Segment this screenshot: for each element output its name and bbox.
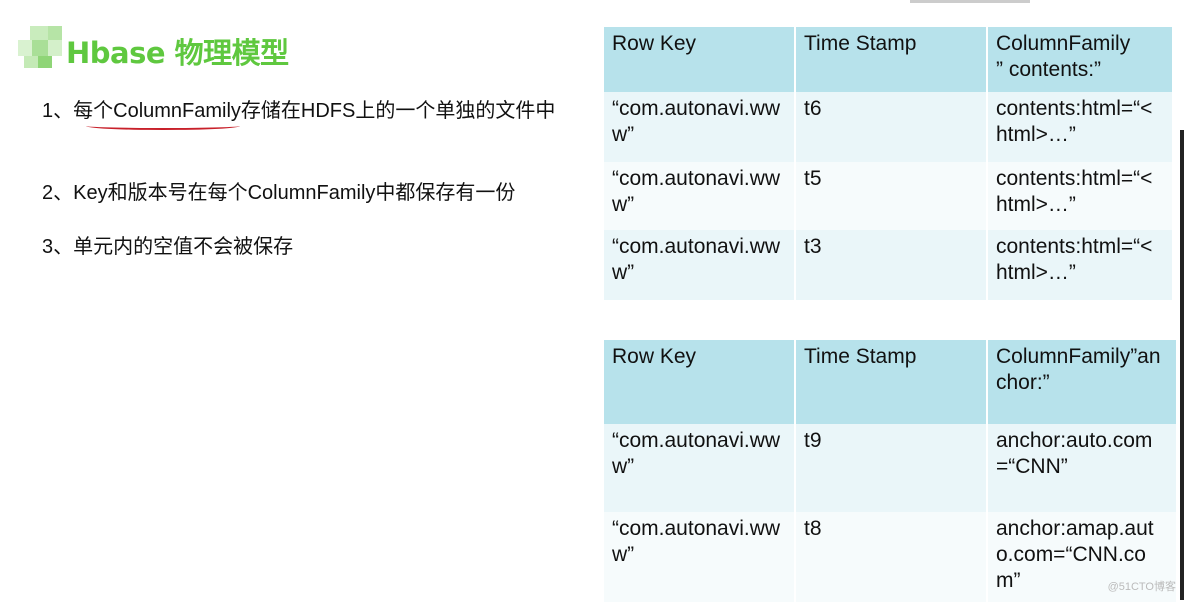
table-row: “com.autonavi.www” t5 contents:html=“<ht… — [604, 162, 1172, 230]
cell-timestamp: t5 — [796, 162, 986, 230]
table-row: “com.autonavi.www” t9 anchor:auto.com=“C… — [604, 424, 1176, 512]
cell-value: contents:html=“<html>…” — [988, 92, 1172, 162]
cell-timestamp: t8 — [796, 512, 986, 602]
logo-icon — [14, 26, 64, 74]
cell-row-key: “com.autonavi.www” — [604, 512, 794, 602]
cell-row-key: “com.autonavi.www” — [604, 92, 794, 162]
header-row-key: Row Key — [604, 27, 794, 92]
right-edge-bar — [1180, 130, 1184, 600]
cell-row-key: “com.autonavi.www” — [604, 162, 794, 230]
cell-row-key: “com.autonavi.www” — [604, 230, 794, 300]
header-column-family: ColumnFamily”anchor:” — [988, 340, 1176, 424]
cell-value: anchor:auto.com=“CNN” — [988, 424, 1176, 512]
anchor-table: Row Key Time Stamp ColumnFamily”anchor:”… — [602, 340, 1178, 602]
cell-row-key: “com.autonavi.www” — [604, 424, 794, 512]
bullet-point: 3、单元内的空值不会被保存 — [42, 236, 294, 258]
cell-timestamp: t6 — [796, 92, 986, 162]
watermark: @51CTO博客 — [1107, 581, 1176, 593]
table-row: “com.autonavi.www” t3 contents:html=“<ht… — [604, 230, 1172, 300]
table-row: “com.autonavi.www” t8 anchor:amap.auto.c… — [604, 512, 1176, 602]
header-column-family: ColumnFamily ” contents:” — [988, 27, 1172, 92]
bullet-point: 1、每个ColumnFamily存储在HDFS上的一个单独的文件中 — [42, 100, 556, 122]
bullet-point: 2、Key和版本号在每个ColumnFamily中都保存有一份 — [42, 182, 516, 204]
contents-table: Row Key Time Stamp ColumnFamily ” conten… — [602, 27, 1174, 300]
red-annotation-underline — [86, 122, 240, 130]
cell-timestamp: t9 — [796, 424, 986, 512]
header-time-stamp: Time Stamp — [796, 27, 986, 92]
top-edge-bar — [910, 0, 1030, 3]
cell-timestamp: t3 — [796, 230, 986, 300]
table-row: “com.autonavi.www” t6 contents:html=“<ht… — [604, 92, 1172, 162]
slide-title: Hbase 物理模型 — [66, 36, 289, 70]
cell-value: contents:html=“<html>…” — [988, 230, 1172, 300]
header-time-stamp: Time Stamp — [796, 340, 986, 424]
cell-value: contents:html=“<html>…” — [988, 162, 1172, 230]
header-row-key: Row Key — [604, 340, 794, 424]
